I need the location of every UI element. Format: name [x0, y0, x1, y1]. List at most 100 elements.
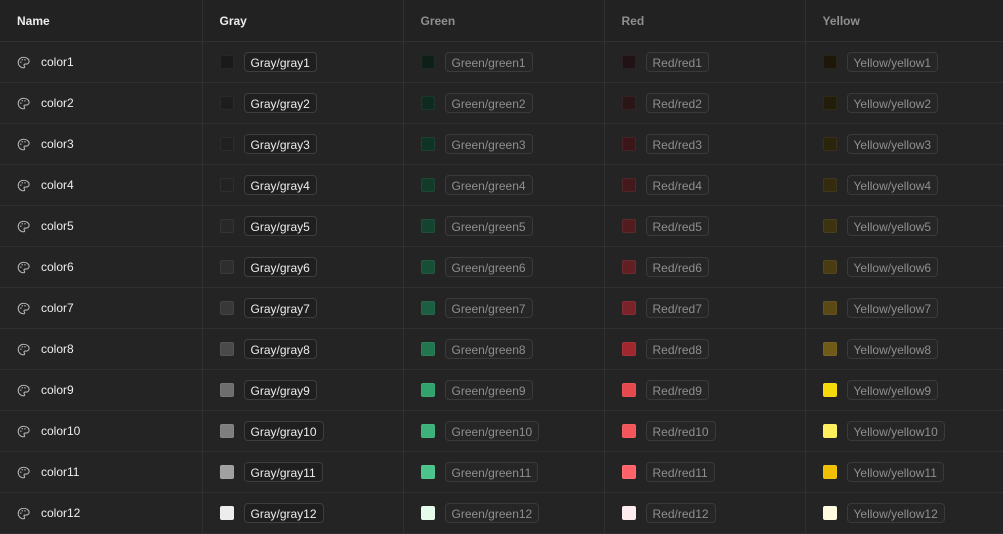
token-tag[interactable]: Gray/gray7 — [244, 298, 317, 318]
token-tag[interactable]: Red/red6 — [646, 257, 709, 277]
red-cell[interactable]: Red/red1 — [604, 42, 805, 83]
red-cell[interactable]: Red/red12 — [604, 493, 805, 534]
table-row[interactable]: color3Gray/gray3 Green/green3 Red/red3 Yell… — [0, 124, 1003, 165]
token-tag[interactable]: Yellow/yellow2 — [847, 93, 939, 113]
green-cell[interactable]: Green/green11 — [403, 452, 604, 493]
red-cell[interactable]: Red/red2 — [604, 83, 805, 124]
yellow-cell[interactable]: Yellow/yellow1 — [805, 42, 1003, 83]
gray-cell[interactable]: Gray/gray4 — [202, 165, 403, 206]
name-cell[interactable]: color4 — [0, 165, 202, 206]
yellow-cell[interactable]: Yellow/yellow5 — [805, 206, 1003, 247]
token-tag[interactable]: Yellow/yellow3 — [847, 134, 939, 154]
name-cell[interactable]: color5 — [0, 206, 202, 247]
red-cell[interactable]: Red/red4 — [604, 165, 805, 206]
name-cell[interactable]: color8 — [0, 329, 202, 370]
token-tag[interactable]: Yellow/yellow9 — [847, 380, 939, 400]
token-tag[interactable]: Green/green3 — [445, 134, 533, 154]
token-tag[interactable]: Yellow/yellow5 — [847, 216, 939, 236]
table-row[interactable]: color1Gray/gray1Green/green1Red/red1Yell… — [0, 42, 1003, 83]
token-tag[interactable]: Red/red8 — [646, 339, 709, 359]
table-row[interactable]: color4 Gray/gray4 Green/green4 Red/red4 Yell… — [0, 165, 1003, 206]
token-tag[interactable]: Yellow/yellow10 — [847, 421, 945, 441]
token-tag[interactable]: Green/green7 — [445, 298, 533, 318]
yellow-cell[interactable]: Yellow/yellow12 — [805, 493, 1003, 534]
green-cell[interactable]: Green/green4 — [403, 165, 604, 206]
green-cell[interactable]: Green/green7 — [403, 288, 604, 329]
table-row[interactable]: color11 Gray/gray11 Green/green11 Red/red11… — [0, 452, 1003, 493]
red-cell[interactable]: Red/red3 — [604, 124, 805, 165]
green-cell[interactable]: Green/green1 — [403, 42, 604, 83]
table-row[interactable]: color8 Gray/gray8 Green/green8 Red/red8 Yell… — [0, 329, 1003, 370]
token-tag[interactable]: Yellow/yellow8 — [847, 339, 939, 359]
yellow-cell[interactable]: Yellow/yellow2 — [805, 83, 1003, 124]
token-tag[interactable]: Gray/gray8 — [244, 339, 317, 359]
token-tag[interactable]: Green/green1 — [445, 52, 533, 72]
name-cell[interactable]: color11 — [0, 452, 202, 493]
yellow-cell[interactable]: Yellow/yellow8 — [805, 329, 1003, 370]
gray-cell[interactable]: Gray/gray3 — [202, 124, 403, 165]
table-row[interactable]: color2Gray/gray2Green/green2Red/red2Yell… — [0, 83, 1003, 124]
table-row[interactable]: color12 Gray/gray12 Green/green12 Red/red12… — [0, 493, 1003, 534]
green-cell[interactable]: Green/green9 — [403, 370, 604, 411]
red-cell[interactable]: Red/red8 — [604, 329, 805, 370]
green-cell[interactable]: Green/green12 — [403, 493, 604, 534]
yellow-cell[interactable]: Yellow/yellow4 — [805, 165, 1003, 206]
red-cell[interactable]: Red/red11 — [604, 452, 805, 493]
gray-cell[interactable]: Gray/gray12 — [202, 493, 403, 534]
token-tag[interactable]: Green/green11 — [445, 462, 539, 482]
token-tag[interactable]: Gray/gray9 — [244, 380, 317, 400]
table-row[interactable]: color5 Gray/gray5 Green/green5Red/red5 Yell… — [0, 206, 1003, 247]
gray-cell[interactable]: Gray/gray11 — [202, 452, 403, 493]
token-tag[interactable]: Red/red1 — [646, 52, 709, 72]
green-cell[interactable]: Green/green10 — [403, 411, 604, 452]
red-cell[interactable]: Red/red10 — [604, 411, 805, 452]
token-tag[interactable]: Gray/gray4 — [244, 175, 317, 195]
gray-cell[interactable]: Gray/gray6 — [202, 247, 403, 288]
yellow-cell[interactable]: Yellow/yellow9 — [805, 370, 1003, 411]
token-tag[interactable]: Red/red7 — [646, 298, 709, 318]
token-tag[interactable]: Yellow/yellow6 — [847, 257, 939, 277]
token-tag[interactable]: Gray/gray10 — [244, 421, 324, 441]
token-tag[interactable]: Green/green4 — [445, 175, 533, 195]
name-cell[interactable]: color12 — [0, 493, 202, 534]
token-tag[interactable]: Gray/gray5 — [244, 216, 317, 236]
red-cell[interactable]: Red/red5 — [604, 206, 805, 247]
name-cell[interactable]: color9 — [0, 370, 202, 411]
token-tag[interactable]: Yellow/yellow12 — [847, 503, 945, 523]
token-tag[interactable]: Green/green10 — [445, 421, 540, 441]
yellow-cell[interactable]: Yellow/yellow6 — [805, 247, 1003, 288]
gray-cell[interactable]: Gray/gray9 — [202, 370, 403, 411]
green-cell[interactable]: Green/green5 — [403, 206, 604, 247]
name-cell[interactable]: color3 — [0, 124, 202, 165]
token-tag[interactable]: Yellow/yellow7 — [847, 298, 939, 318]
token-tag[interactable]: Red/red11 — [646, 462, 715, 482]
token-tag[interactable]: Green/green8 — [445, 339, 533, 359]
yellow-cell[interactable]: Yellow/yellow11 — [805, 452, 1003, 493]
name-cell[interactable]: color10 — [0, 411, 202, 452]
token-tag[interactable]: Gray/gray12 — [244, 503, 324, 523]
table-row[interactable]: color6Gray/gray6Green/green6Red/red6Yell… — [0, 247, 1003, 288]
token-tag[interactable]: Gray/gray11 — [244, 462, 323, 482]
gray-cell[interactable]: Gray/gray8 — [202, 329, 403, 370]
table-row[interactable]: color7 Gray/gray7 Green/green7 Red/red7 Yell… — [0, 288, 1003, 329]
token-tag[interactable]: Green/green2 — [445, 93, 533, 113]
token-tag[interactable]: Red/red12 — [646, 503, 716, 523]
token-tag[interactable]: Yellow/yellow11 — [847, 462, 944, 482]
green-cell[interactable]: Green/green2 — [403, 83, 604, 124]
green-cell[interactable]: Green/green6 — [403, 247, 604, 288]
column-header-red[interactable]: Red — [604, 0, 805, 42]
yellow-cell[interactable]: Yellow/yellow7 — [805, 288, 1003, 329]
column-header-yellow[interactable]: Yellow — [805, 0, 1003, 42]
gray-cell[interactable]: Gray/gray1 — [202, 42, 403, 83]
red-cell[interactable]: Red/red9 — [604, 370, 805, 411]
token-tag[interactable]: Gray/gray1 — [244, 52, 317, 72]
token-tag[interactable]: Gray/gray6 — [244, 257, 317, 277]
token-tag[interactable]: Red/red10 — [646, 421, 716, 441]
name-cell[interactable]: color7 — [0, 288, 202, 329]
gray-cell[interactable]: Gray/gray5 — [202, 206, 403, 247]
yellow-cell[interactable]: Yellow/yellow3 — [805, 124, 1003, 165]
token-tag[interactable]: Yellow/yellow1 — [847, 52, 939, 72]
column-header-green[interactable]: Green — [403, 0, 604, 42]
token-tag[interactable]: Red/red4 — [646, 175, 709, 195]
column-header-name[interactable]: Name — [0, 0, 202, 42]
